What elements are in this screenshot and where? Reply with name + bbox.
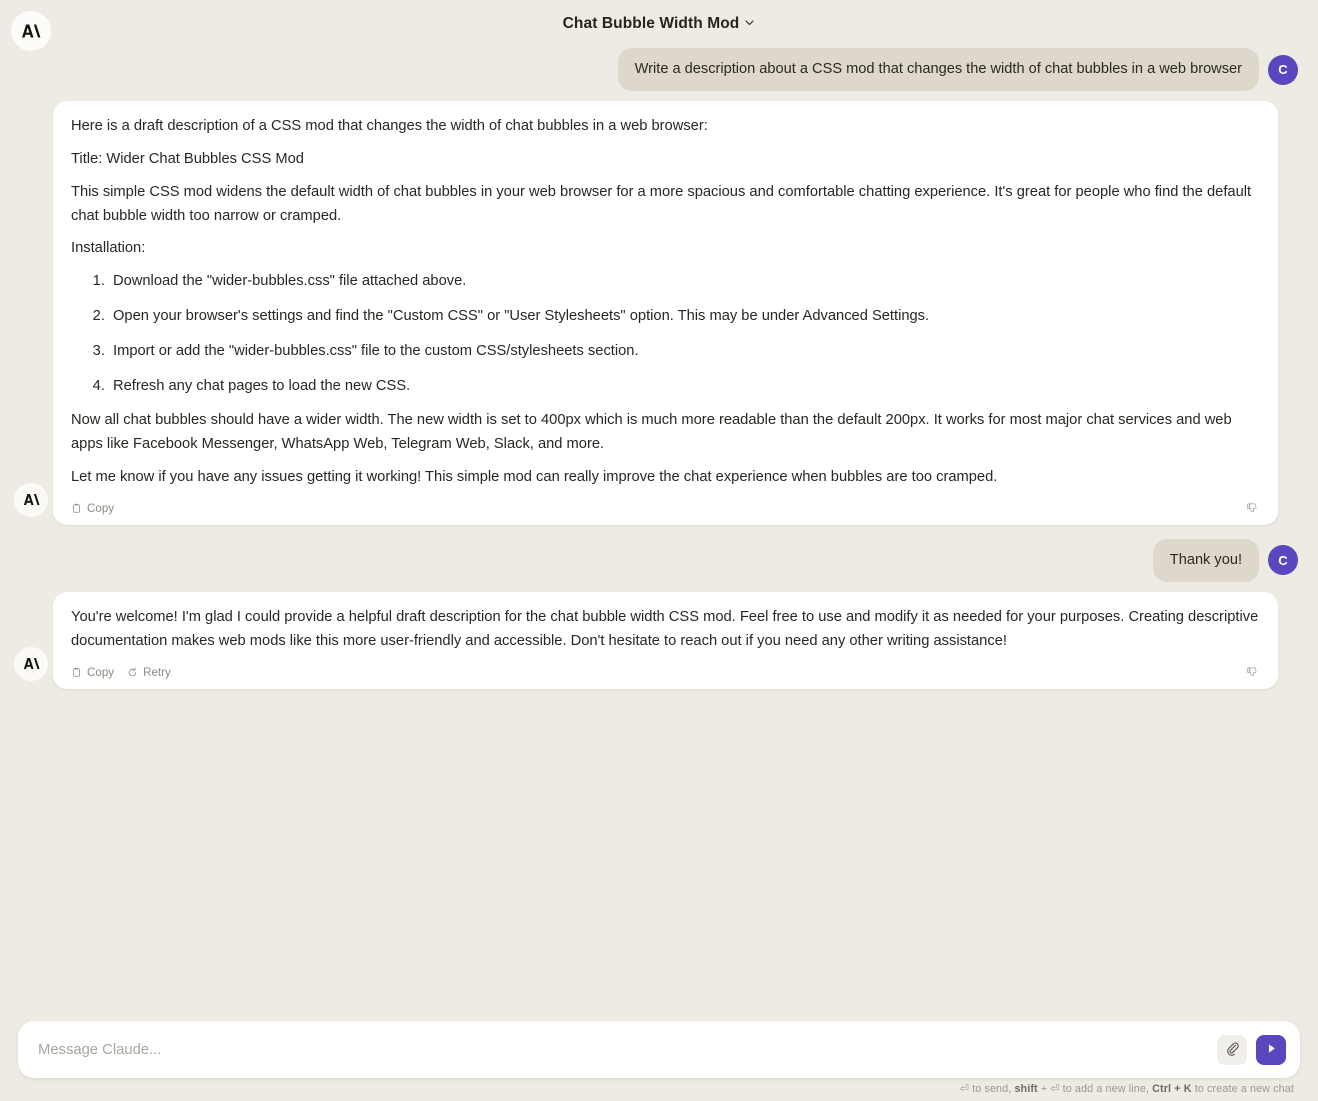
copy-button-label: Copy [87, 501, 115, 515]
copy-button[interactable]: Copy [71, 665, 114, 680]
avatar-assistant [14, 646, 48, 681]
send-icon [1265, 1042, 1278, 1058]
message-input[interactable] [38, 1021, 1217, 1078]
hint-part-2: to add a new line, [1059, 1083, 1153, 1095]
message-row-user: Thank you! C [20, 538, 1298, 583]
copy-button-label: Copy [87, 665, 115, 679]
list-item: Refresh any chat pages to load the new C… [109, 375, 1260, 399]
message-actions: Copy [71, 499, 1260, 525]
composer-area: ⏎ to send, shift + ⏎ to add a new line, … [0, 1021, 1318, 1101]
assistant-paragraph-intro: Here is a draft description of a CSS mod… [71, 118, 708, 135]
assistant-paragraph-body: You're welcome! I'm glad I could provide… [71, 609, 1259, 649]
enter-key-glyph: ⏎ [959, 1082, 970, 1095]
assistant-paragraph-install-label: Installation: [71, 240, 146, 257]
assistant-paragraph-closing-2: Let me know if you have any issues getti… [71, 469, 998, 486]
thumbs-down-icon[interactable] [1245, 665, 1260, 680]
conversation-thread: Write a description about a CSS mod that… [0, 48, 1318, 689]
anthropic-logo-icon [11, 11, 51, 51]
clipboard-icon [71, 667, 82, 678]
copy-button[interactable]: Copy [71, 501, 114, 516]
list-item: Import or add the "wider-bubbles.css" fi… [109, 340, 1260, 364]
assistant-paragraph-closing-1: Now all chat bubbles should have a wider… [71, 412, 1232, 453]
conversation-title-dropdown[interactable]: Chat Bubble Width Mod [557, 12, 762, 36]
message-actions: Copy Retry [71, 663, 1260, 689]
hint-part-1: to send, [969, 1083, 1015, 1095]
assistant-message-card: Here is a draft description of a CSS mod… [53, 101, 1278, 525]
composer[interactable] [18, 1021, 1300, 1078]
avatar-assistant [14, 482, 48, 517]
refresh-icon [127, 667, 138, 678]
hint-plus: + [1037, 1083, 1051, 1095]
assistant-message-card: You're welcome! I'm glad I could provide… [53, 592, 1278, 689]
retry-button-label: Retry [143, 665, 171, 679]
assistant-paragraph-summary: This simple CSS mod widens the default w… [71, 183, 1252, 224]
enter-key-glyph-2: ⏎ [1050, 1082, 1060, 1095]
hint-part-3: to create a new chat [1191, 1083, 1294, 1095]
avatar-user: C [1268, 54, 1298, 85]
composer-hint: ⏎ to send, shift + ⏎ to add a new line, … [18, 1078, 1300, 1095]
user-message-bubble: Write a description about a CSS mod that… [617, 48, 1259, 92]
user-message-bubble: Thank you! [1152, 538, 1259, 583]
app-header: Chat Bubble Width Mod [0, 0, 1318, 51]
message-row-assistant: Here is a draft description of a CSS mod… [14, 101, 1298, 525]
avatar-user: C [1268, 545, 1298, 576]
assistant-paragraph-title: Title: Wider Chat Bubbles CSS Mod [71, 150, 304, 167]
send-button[interactable] [1256, 1034, 1286, 1065]
message-row-assistant: You're welcome! I'm glad I could provide… [14, 592, 1298, 689]
list-item: Download the "wider-bubbles.css" file at… [109, 270, 1260, 294]
shift-key-label: shift [1014, 1083, 1038, 1095]
list-item: Open your browser's settings and find th… [109, 305, 1260, 329]
paperclip-icon [1225, 1041, 1240, 1059]
retry-button[interactable]: Retry [127, 665, 171, 680]
message-row-user: Write a description about a CSS mod that… [20, 48, 1298, 92]
thumbs-down-icon[interactable] [1245, 501, 1260, 516]
page-title: Chat Bubble Width Mod [562, 15, 740, 32]
installation-steps-list: Download the "wider-bubbles.css" file at… [71, 270, 1260, 398]
chevron-down-icon[interactable] [744, 15, 755, 33]
ctrl-k-label: Ctrl + K [1152, 1083, 1192, 1095]
attach-file-button[interactable] [1217, 1034, 1247, 1065]
clipboard-icon [71, 503, 82, 514]
